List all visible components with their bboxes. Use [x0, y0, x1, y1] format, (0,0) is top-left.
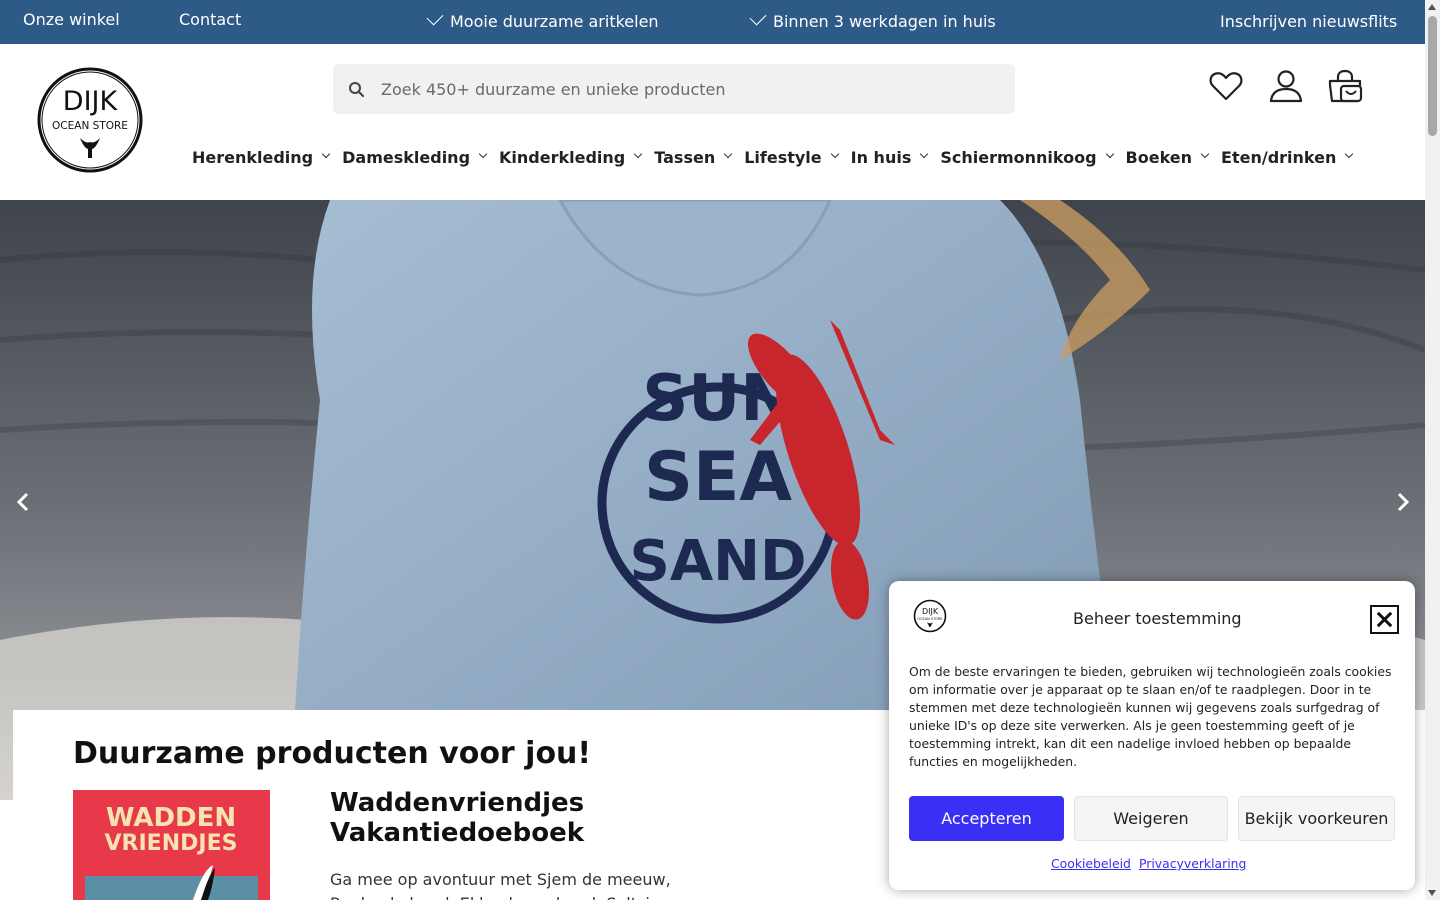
- chevron-down-icon: [830, 149, 839, 159]
- cookie-policy-link[interactable]: Cookiebeleid: [1051, 856, 1131, 871]
- newsletter-link[interactable]: Inschrijven nieuwsflits: [1220, 12, 1397, 31]
- nav-label: Eten/drinken: [1221, 147, 1337, 167]
- chevron-down-icon: [321, 149, 331, 159]
- logo-line2: OCEAN STORE: [52, 120, 128, 132]
- check-icon: [426, 8, 444, 26]
- contact-link[interactable]: Contact: [179, 10, 241, 29]
- nav-item-in-huis[interactable]: In huis: [850, 145, 929, 169]
- consent-title: Beheer toestemming: [1073, 609, 1242, 628]
- hero-print-sea: SEA: [644, 438, 792, 517]
- chevron-down-icon: [478, 149, 488, 159]
- nav-item-eten-drinken[interactable]: Eten/drinken: [1221, 145, 1354, 169]
- nav-item-kinderkleding[interactable]: Kinderkleding: [499, 145, 643, 169]
- chevron-down-icon: [1345, 149, 1354, 159]
- chevron-down-icon: [1200, 149, 1210, 159]
- nav-label: Boeken: [1125, 147, 1193, 167]
- book-cover-art: WADDEN VRIENDJES: [85, 803, 258, 900]
- usp-sustainable: Mooie duurzame aritkelen: [426, 8, 659, 31]
- slider-prev-icon[interactable]: [11, 490, 35, 514]
- nav-item-tassen[interactable]: Tassen: [654, 145, 733, 169]
- hero-print-sand: SAND: [629, 529, 806, 594]
- top-bar: Onze winkel Contact Mooie duurzame aritk…: [0, 0, 1425, 44]
- cookie-consent-dialog: DIJK OCEAN STORE Beheer toestemming Om d…: [889, 581, 1415, 890]
- nav-label: Kinderkleding: [499, 147, 626, 167]
- close-icon[interactable]: [1370, 605, 1399, 634]
- chevron-down-icon: [920, 149, 929, 159]
- consent-text: Om de beste ervaringen te bieden, gebrui…: [909, 664, 1392, 769]
- scrollbar[interactable]: [1425, 0, 1440, 900]
- usp-sustainable-label: Mooie duurzame aritkelen: [450, 12, 659, 31]
- heart-icon[interactable]: [1208, 68, 1244, 104]
- nav-label: Tassen: [654, 147, 716, 167]
- chevron-down-icon: [723, 149, 733, 159]
- nav-label: Schiermonnikoog: [940, 147, 1097, 167]
- nav-item-boeken[interactable]: Boeken: [1125, 145, 1210, 169]
- search-bar[interactable]: [333, 64, 1015, 114]
- accept-button[interactable]: Accepteren: [909, 796, 1064, 841]
- search-icon: [349, 82, 365, 98]
- logo-line1: DIJK: [63, 86, 119, 117]
- book-cover-text-1: WADDEN: [106, 803, 236, 833]
- chevron-down-icon: [634, 149, 643, 159]
- nav-label: Dameskleding: [342, 147, 471, 167]
- usp-delivery: Binnen 3 werkdagen in huis: [749, 8, 996, 31]
- section-title: Duurzame producten voor jou!: [73, 736, 592, 771]
- nav-item-herenkleding[interactable]: Herenkleding: [192, 145, 331, 169]
- nav-label: Lifestyle: [744, 147, 822, 167]
- user-icon[interactable]: [1268, 68, 1304, 104]
- nav-item-schiermonnikoog[interactable]: Schiermonnikoog: [940, 145, 1114, 169]
- usp-delivery-label: Binnen 3 werkdagen in huis: [773, 12, 996, 31]
- check-icon: [749, 8, 767, 26]
- search-input[interactable]: [381, 64, 1001, 114]
- nav-item-lifestyle[interactable]: Lifestyle: [744, 145, 839, 169]
- nav-label: Herenkleding: [192, 147, 314, 167]
- consent-logo: DIJK OCEAN STORE: [913, 599, 947, 633]
- privacy-statement-link[interactable]: Privacyverklaring: [1139, 856, 1246, 871]
- main-nav: Herenkleding Dameskleding Kinderkleding …: [192, 145, 1365, 169]
- chevron-down-icon: [1105, 149, 1114, 159]
- slider-next-icon[interactable]: [1391, 490, 1415, 514]
- deny-button[interactable]: Weigeren: [1074, 796, 1228, 841]
- scroll-thumb[interactable]: [1428, 16, 1437, 136]
- book-cover-text-2: VRIENDJES: [105, 831, 238, 856]
- consent-logo-line2: OCEAN STORE: [917, 617, 942, 621]
- book-title[interactable]: Waddenvriendjes Vakantiedoeboek: [330, 788, 730, 848]
- book-cover-image[interactable]: WADDEN VRIENDJES: [73, 790, 270, 900]
- scroll-up-arrow-icon[interactable]: [1428, 4, 1436, 10]
- book-description: Ga mee op avontuur met Sjem de meeuw, Ru…: [330, 870, 671, 900]
- view-preferences-button[interactable]: Bekijk voorkeuren: [1238, 796, 1395, 841]
- nav-label: In huis: [850, 147, 912, 167]
- basket-icon[interactable]: [1327, 68, 1363, 104]
- logo-mark: DIJK OCEAN STORE: [37, 67, 143, 173]
- scroll-down-arrow-icon[interactable]: [1428, 890, 1436, 896]
- store-link[interactable]: Onze winkel: [23, 10, 120, 29]
- site-logo[interactable]: DIJK OCEAN STORE: [36, 66, 144, 174]
- consent-logo-line1: DIJK: [922, 607, 939, 616]
- nav-item-dameskleding[interactable]: Dameskleding: [342, 145, 488, 169]
